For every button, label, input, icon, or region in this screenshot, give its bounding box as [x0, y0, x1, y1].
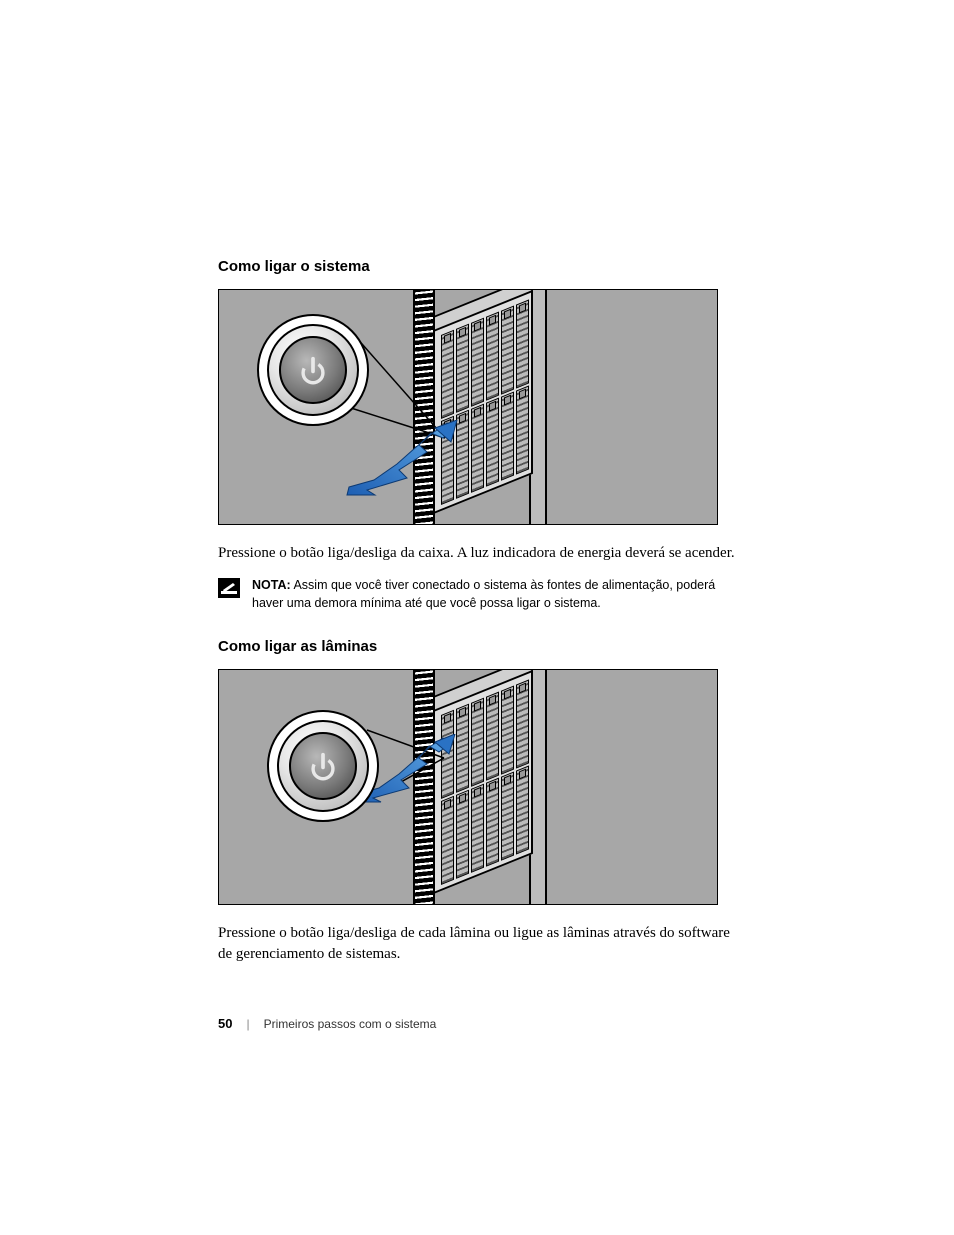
page-number: 50 — [218, 1016, 232, 1031]
blade-handle — [474, 701, 481, 712]
blade-slot — [441, 330, 454, 419]
blade-slot — [516, 299, 529, 388]
blade-handle — [459, 327, 466, 338]
note-label: NOTA: — [252, 578, 291, 592]
blade-slot — [486, 312, 499, 401]
figure-power-on-blades — [218, 669, 718, 905]
blade-handle — [459, 707, 466, 718]
blade-handle — [474, 407, 481, 418]
power-button-icon — [279, 336, 347, 404]
figure-power-on-system — [218, 289, 718, 525]
blade-slot — [501, 772, 514, 861]
heading-power-on-blades: Como ligar as lâminas — [218, 638, 738, 655]
blade-handle — [504, 775, 511, 786]
blade-slot — [516, 680, 529, 769]
blade-slot — [516, 766, 529, 855]
note-text: NOTA: Assim que você tiver conectado o s… — [250, 577, 738, 612]
blade-handle — [519, 389, 526, 400]
blade-slot — [486, 398, 499, 487]
blade-handle — [489, 401, 496, 412]
blade-slot — [471, 404, 484, 493]
power-icon — [296, 353, 330, 387]
blade-slot — [471, 318, 484, 407]
blade-slot — [501, 686, 514, 775]
blade-handle — [519, 303, 526, 314]
blade-handle — [519, 769, 526, 780]
blade-handle — [444, 333, 451, 344]
power-icon — [306, 749, 340, 783]
footer-separator: | — [246, 1017, 249, 1031]
note-icon — [218, 578, 240, 598]
blade-handle — [489, 695, 496, 706]
paragraph-power-on-system: Pressione o botão liga/desliga da caixa.… — [218, 543, 738, 563]
heading-power-on-system: Como ligar o sistema — [218, 258, 738, 275]
page-content: Como ligar o sistema — [218, 258, 738, 978]
blade-slot — [441, 796, 454, 885]
blade-handle — [504, 309, 511, 320]
blade-handle — [489, 781, 496, 792]
blade-slot — [516, 385, 529, 474]
power-button-icon — [289, 732, 357, 800]
blade-handle — [444, 713, 451, 724]
blade-handle — [504, 689, 511, 700]
blade-slot — [501, 305, 514, 394]
blade-slot — [501, 391, 514, 480]
note-body: Assim que você tiver conectado o sistema… — [252, 578, 715, 610]
footer-section-name: Primeiros passos com o sistema — [264, 1017, 437, 1031]
blade-slot — [471, 698, 484, 787]
note-block: NOTA: Assim que você tiver conectado o s… — [218, 577, 738, 612]
page-footer: 50 | Primeiros passos com o sistema — [218, 1016, 436, 1031]
blade-slot — [456, 324, 469, 413]
blade-slot — [486, 692, 499, 781]
blade-handle — [489, 315, 496, 326]
blade-handle — [519, 683, 526, 694]
pencil-note-icon — [221, 581, 237, 595]
blade-handle — [474, 321, 481, 332]
blade-slot — [471, 784, 484, 873]
pointer-arrow-icon — [339, 420, 469, 500]
blade-slot — [486, 778, 499, 867]
blade-handle — [474, 787, 481, 798]
blade-handle — [504, 395, 511, 406]
paragraph-power-on-blades: Pressione o botão liga/desliga de cada l… — [218, 923, 738, 964]
